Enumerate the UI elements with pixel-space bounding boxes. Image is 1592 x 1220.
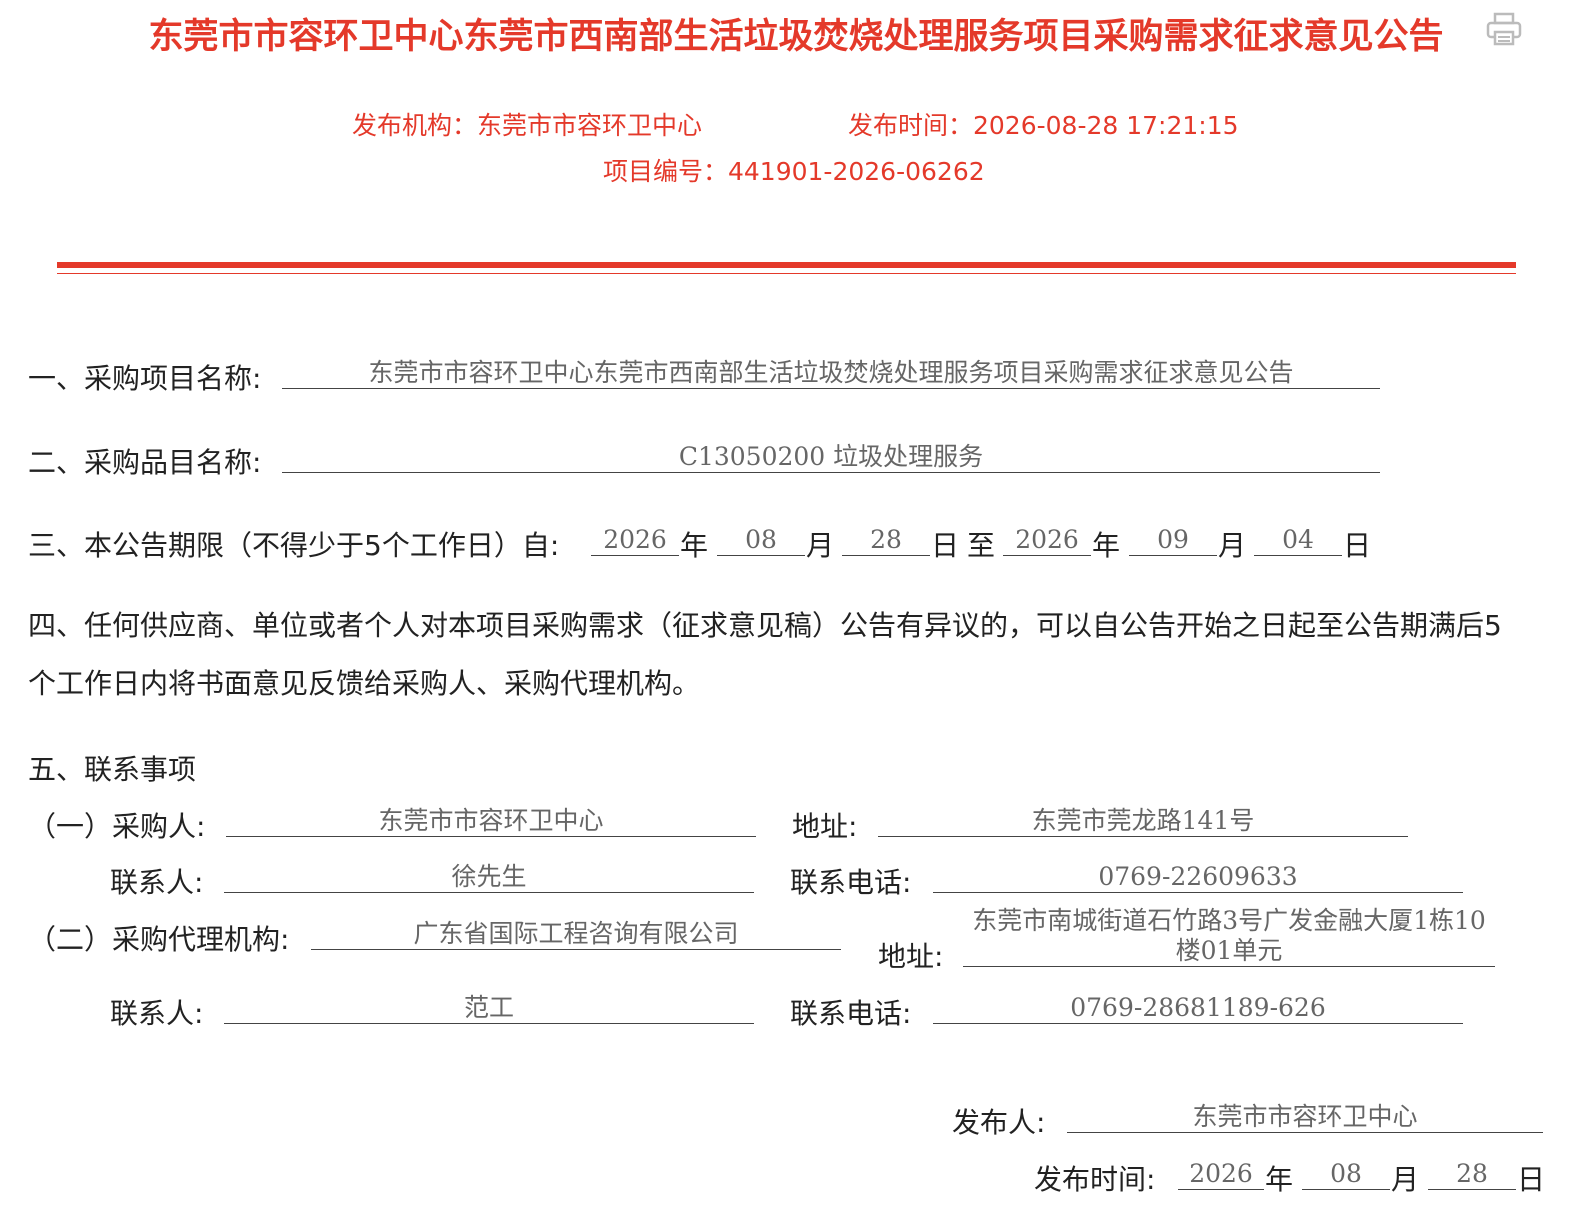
contact-heading: 五、联系事项 [28,753,197,786]
end-day: 04 [1254,525,1342,556]
purchaser-contact-label: 联系人: [110,866,204,899]
footer-month: 08 [1302,1159,1390,1190]
printer-icon[interactable] [1486,12,1522,46]
purchaser-phone-value: 0769-22609633 [933,862,1463,893]
day-char: 日 [1343,529,1372,562]
agency-address-label: 地址: [878,940,944,973]
start-year: 2026 [591,525,679,556]
agency-phone-label: 联系电话: [790,997,912,1030]
footer-year-char: 年 [1265,1163,1294,1196]
end-month: 09 [1129,525,1217,556]
start-day: 28 [842,525,930,556]
month-char: 月 [806,529,835,562]
year-char: 年 [1092,529,1121,562]
footer-date-label: 发布时间: [1034,1163,1156,1196]
month-char: 月 [1218,529,1247,562]
footer-day: 28 [1428,1159,1516,1190]
project-number: 项目编号：441901-2026-06262 [603,157,985,186]
project-name-label: 一、采购项目名称: [28,362,262,395]
page-title: 东莞市市容环卫中心东莞市西南部生活垃圾焚烧处理服务项目采购需求征求意见公告 [148,17,1444,57]
header-divider-thick [57,262,1516,268]
end-year: 2026 [1003,525,1091,556]
start-month: 08 [717,525,805,556]
agency-label: （二）采购代理机构: [28,923,290,956]
project-name-value: 东莞市市容环卫中心东莞市西南部生活垃圾焚烧处理服务项目采购需求征求意见公告 [282,358,1380,389]
notice-period-label: 三、本公告期限（不得少于5个工作日）自: [28,529,560,562]
to-char: 至 [967,529,996,562]
purchaser-contact-value: 徐先生 [224,862,754,893]
agency-contact-value: 范工 [224,993,754,1024]
item-name-label: 二、采购品目名称: [28,446,262,479]
purchaser-phone-label: 联系电话: [790,866,912,899]
year-char: 年 [680,529,709,562]
objection-paragraph: 四、任何供应商、单位或者个人对本项目采购需求（征求意见稿）公告有异议的，可以自公… [28,609,1502,700]
agency-contact-label: 联系人: [110,997,204,1030]
footer-month-char: 月 [1391,1163,1420,1196]
agency-phone-value: 0769-28681189-626 [933,993,1463,1024]
agency-address-value: 东莞市南城街道石竹路3号广发金融大厦1栋10楼01单元 [963,906,1495,967]
publish-time: 发布时间：2026-08-28 17:21:15 [848,111,1239,140]
header-divider-thin [57,273,1516,274]
publisher-info: 发布机构：东莞市市容环卫中心 [352,111,703,140]
purchaser-address-label: 地址: [792,810,858,843]
issuer-label: 发布人: [952,1106,1046,1139]
footer-year: 2026 [1178,1159,1264,1190]
purchaser-value: 东莞市市容环卫中心 [226,806,756,837]
footer-day-char: 日 [1517,1163,1546,1196]
issuer-value: 东莞市市容环卫中心 [1067,1102,1543,1133]
purchaser-address-value: 东莞市莞龙路141号 [878,806,1408,837]
purchaser-label: （一）采购人: [28,810,206,843]
day-char: 日 [931,529,960,562]
agency-value: 广东省国际工程咨询有限公司 [311,919,841,950]
item-name-value: C13050200 垃圾处理服务 [282,442,1380,473]
